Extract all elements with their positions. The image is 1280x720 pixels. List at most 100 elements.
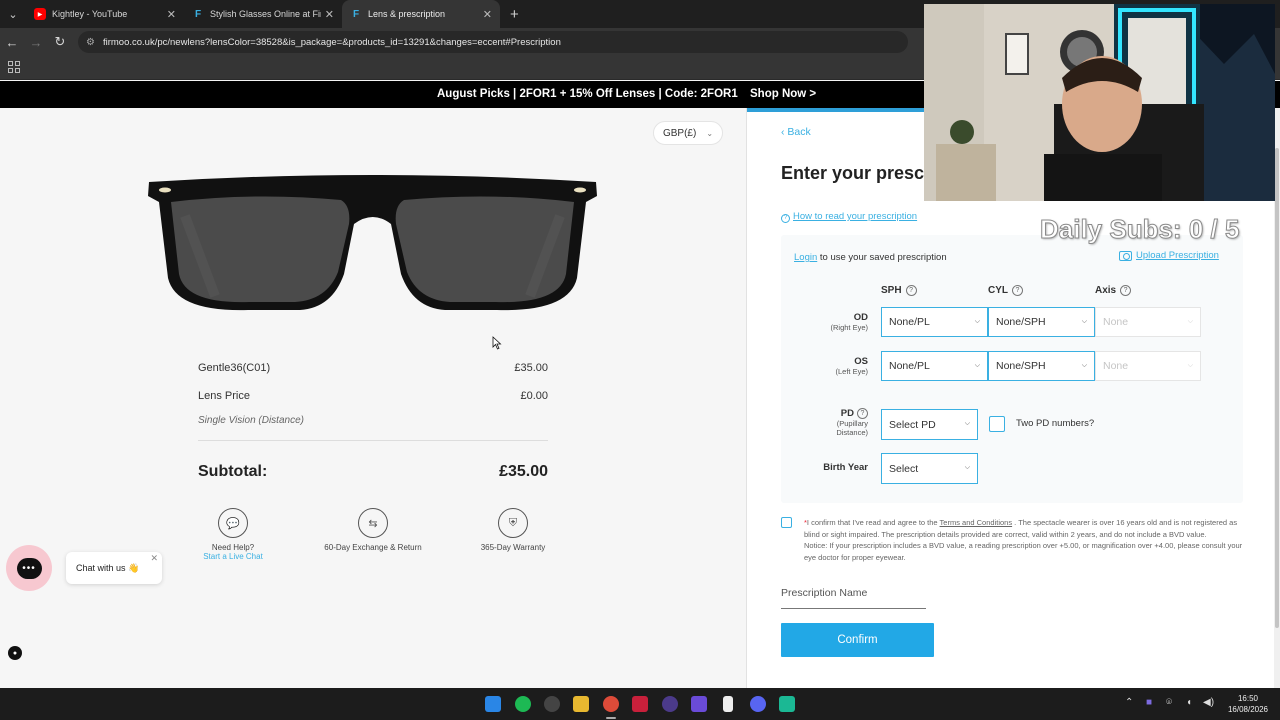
tab-youtube[interactable]: ▶ Kightley - YouTube ✕ bbox=[26, 0, 184, 28]
subtotal-value: £35.00 bbox=[499, 463, 548, 480]
chevron-down-icon: ⌵ bbox=[974, 362, 980, 369]
question-icon[interactable]: ? bbox=[905, 285, 917, 296]
file-explorer-icon[interactable] bbox=[573, 696, 589, 712]
os-sph-select[interactable]: None/PL ⌵ bbox=[881, 351, 988, 381]
apps-grid-icon[interactable] bbox=[8, 61, 20, 73]
url-input[interactable]: ⚙ firmoo.co.uk/pc/newlens?lensColor=3852… bbox=[78, 31, 908, 53]
chevron-down-icon: ⌵ bbox=[974, 318, 980, 325]
chevron-down-icon: ⌵ bbox=[964, 464, 970, 471]
new-tab-icon[interactable]: + bbox=[510, 6, 519, 23]
chevron-down-icon: ⌵ bbox=[1081, 318, 1087, 325]
tab-search-icon[interactable]: ⌄ bbox=[0, 0, 26, 28]
page-title: Enter your prescription bbox=[781, 163, 931, 183]
site-settings-icon[interactable]: ⚙ bbox=[86, 37, 95, 48]
birth-year-select[interactable]: Select ⌵ bbox=[881, 453, 978, 484]
tray-chevron-icon[interactable]: ⌃ bbox=[1125, 697, 1133, 708]
chevron-left-icon: ‹ bbox=[781, 126, 785, 138]
feature-exchange: ⇆ 60-Day Exchange & Return bbox=[313, 508, 433, 552]
settings-icon[interactable] bbox=[544, 696, 560, 712]
question-icon[interactable]: ? bbox=[1120, 285, 1132, 296]
close-icon[interactable]: ✕ bbox=[483, 8, 492, 21]
os-label: OS (Left Eye) bbox=[835, 356, 868, 376]
currency-selector[interactable]: GBP(£) ⌄ bbox=[653, 121, 723, 145]
windows-start-icon[interactable] bbox=[485, 696, 501, 712]
pd-select[interactable]: Select PD ⌵ bbox=[881, 409, 978, 440]
webcam-overlay bbox=[924, 4, 1275, 201]
od-sph-select[interactable]: None/PL ⌵ bbox=[881, 307, 988, 337]
chevron-down-icon: ⌵ bbox=[1187, 318, 1193, 325]
prescription-name-input[interactable]: Prescription Name bbox=[781, 587, 926, 609]
frame-price: £35.00 bbox=[514, 362, 548, 374]
lens-price-label: Lens Price bbox=[198, 390, 250, 402]
mouse-cursor-icon bbox=[492, 336, 502, 350]
shop-now-link[interactable]: Shop Now > bbox=[750, 88, 816, 100]
confirm-button[interactable]: Confirm bbox=[781, 623, 934, 657]
tab-firmoo-home[interactable]: F Stylish Glasses Online at Firmoo ✕ bbox=[184, 0, 342, 28]
os-axis-select[interactable]: None ⌵ bbox=[1095, 351, 1201, 381]
question-icon: ? bbox=[781, 214, 790, 223]
audio-app-icon[interactable] bbox=[779, 696, 795, 712]
close-icon[interactable]: ✕ bbox=[150, 553, 158, 564]
login-line: Login to use your saved prescription bbox=[794, 252, 947, 263]
tab-lens-prescription[interactable]: F Lens & prescription ✕ bbox=[342, 0, 500, 28]
lens-type: Single Vision (Distance) bbox=[198, 415, 304, 426]
wifi-icon[interactable]: ⌾ bbox=[1166, 697, 1172, 708]
discord-icon[interactable] bbox=[750, 696, 766, 712]
obs-icon[interactable] bbox=[662, 696, 678, 712]
pd-label: PD ? (Pupillary Distance) bbox=[836, 408, 868, 437]
agree-checkbox[interactable] bbox=[781, 517, 792, 528]
login-link[interactable]: Login bbox=[794, 252, 817, 263]
lens-price-row: Lens Price £0.00 bbox=[198, 390, 548, 402]
back-arrow-icon[interactable]: ← bbox=[0, 35, 24, 50]
youtube-icon: ▶ bbox=[34, 8, 46, 20]
how-to-read-link[interactable]: ? How to read your prescription bbox=[781, 211, 917, 223]
sunglasses-image bbox=[148, 175, 597, 311]
cookie-settings-icon[interactable]: ● bbox=[8, 646, 22, 660]
upload-prescription-link[interactable]: Upload Prescription bbox=[1119, 250, 1219, 261]
webcam-feed-image bbox=[924, 4, 1275, 201]
question-icon[interactable]: ? bbox=[857, 408, 868, 419]
od-cyl-select[interactable]: None/SPH ⌵ bbox=[988, 307, 1095, 337]
info-icon[interactable] bbox=[723, 696, 733, 712]
close-icon[interactable]: ✕ bbox=[167, 8, 176, 21]
feature-warranty: ⛨ 365-Day Warranty bbox=[453, 508, 573, 552]
question-icon[interactable]: ? bbox=[1012, 285, 1023, 296]
two-pd-checkbox[interactable] bbox=[989, 416, 1005, 432]
close-icon[interactable]: ✕ bbox=[325, 8, 334, 21]
od-axis-select[interactable]: None ⌵ bbox=[1095, 307, 1201, 337]
firmoo-icon: F bbox=[194, 8, 202, 20]
warranty-icon: ⛨ bbox=[498, 508, 528, 538]
daily-subs-counter: Daily Subs: 0 / 5 bbox=[1039, 214, 1240, 245]
chat-prompt[interactable]: Chat with us 👋 ✕ bbox=[66, 552, 162, 584]
app-grid-icon[interactable] bbox=[691, 696, 707, 712]
scrollbar-thumb[interactable] bbox=[1275, 148, 1279, 628]
mic-icon[interactable]: ◖ bbox=[1186, 697, 1192, 708]
chevron-down-icon: ⌵ bbox=[964, 420, 970, 427]
chevron-down-icon: ⌵ bbox=[1187, 362, 1193, 369]
terms-link[interactable]: Terms and Conditions bbox=[940, 518, 1013, 527]
camera-icon bbox=[1119, 250, 1132, 261]
forward-arrow-icon[interactable]: → bbox=[24, 35, 48, 50]
system-clock[interactable]: 16:50 16/08/2026 bbox=[1222, 693, 1274, 715]
axis-header: Axis ? bbox=[1095, 285, 1132, 296]
chevron-down-icon: ⌄ bbox=[706, 128, 714, 138]
exchange-icon: ⇆ bbox=[358, 508, 388, 538]
prescription-form: Login to use your saved prescription Upl… bbox=[781, 235, 1243, 503]
reload-icon[interactable]: ↻ bbox=[48, 34, 72, 50]
sph-header: SPH ? bbox=[881, 285, 917, 296]
chat-icon: 💬 bbox=[218, 508, 248, 538]
os-cyl-select[interactable]: None/SPH ⌵ bbox=[988, 351, 1095, 381]
promo-text: August Picks | 2FOR1 + 15% Off Lenses | … bbox=[437, 88, 738, 100]
app-red-icon[interactable] bbox=[632, 696, 648, 712]
lens-type-row: Single Vision (Distance) bbox=[198, 415, 548, 426]
tray-app-icon[interactable]: ■ bbox=[1146, 697, 1152, 708]
frame-price-row: Gentle36(C01) £35.00 bbox=[198, 362, 548, 374]
subtotal-row: Subtotal: £35.00 bbox=[198, 463, 548, 481]
back-link[interactable]: ‹ Back bbox=[781, 126, 811, 138]
volume-icon[interactable]: ◀) bbox=[1203, 697, 1214, 708]
live-chat-link[interactable]: Start a Live Chat bbox=[173, 552, 293, 561]
cyl-header: CYL ? bbox=[988, 285, 1023, 296]
spotify-icon[interactable] bbox=[515, 696, 531, 712]
chrome-icon[interactable] bbox=[603, 696, 619, 712]
chat-launcher-button[interactable]: ••• bbox=[6, 545, 52, 591]
